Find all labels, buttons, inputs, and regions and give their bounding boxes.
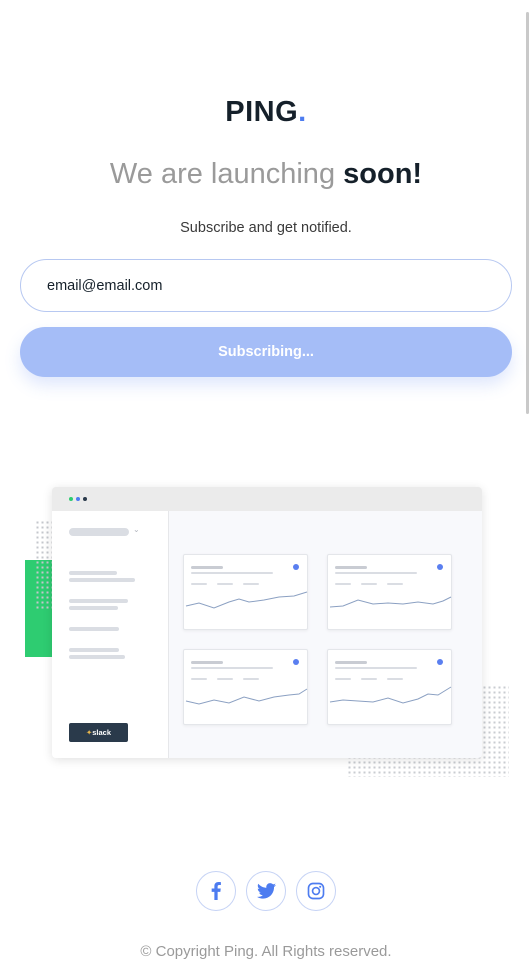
mock-line <box>335 572 417 574</box>
card-dot <box>293 564 299 570</box>
dot-pattern-right <box>482 685 509 777</box>
email-field[interactable] <box>20 259 512 312</box>
sparkline <box>329 686 452 704</box>
mock-line <box>217 583 233 585</box>
window-dot-blue <box>76 497 80 501</box>
page: PING. We are launching soon! Subscribe a… <box>0 0 532 964</box>
chevron-down-icon: ⌄ <box>133 525 140 534</box>
mock-chart-card <box>183 554 308 630</box>
subscribe-button[interactable]: Subscribing... <box>20 327 512 377</box>
mock-line <box>69 578 135 582</box>
mock-line <box>335 678 351 680</box>
facebook-icon <box>211 882 221 900</box>
sparkline <box>185 591 308 609</box>
headline-strong: soon! <box>343 158 423 190</box>
copyright-text: © Copyright Ping. All Rights reserved. <box>140 943 392 960</box>
mock-line <box>69 627 119 631</box>
mock-chart-card <box>183 649 308 725</box>
mock-line <box>69 648 119 652</box>
mock-line <box>69 599 128 603</box>
mock-chart-card <box>327 649 452 725</box>
mock-line <box>387 583 403 585</box>
card-dot <box>293 659 299 665</box>
mock-line <box>191 678 207 680</box>
brand-dot: . <box>298 96 307 128</box>
mock-line <box>191 667 273 669</box>
mock-line <box>387 678 403 680</box>
mock-sidebar: ⌄ ✦slack <box>52 511 169 758</box>
instagram-icon <box>307 882 325 900</box>
mock-line <box>217 678 233 680</box>
mock-line <box>335 667 417 669</box>
slack-label: slack <box>92 728 112 737</box>
mock-line <box>335 566 367 569</box>
mock-line <box>243 678 259 680</box>
mock-line <box>243 583 259 585</box>
scrollbar[interactable] <box>526 12 529 414</box>
sparkline <box>329 596 452 608</box>
mock-line <box>191 572 273 574</box>
headline-light: We are launching <box>109 158 336 190</box>
mock-line <box>69 655 125 659</box>
mock-line <box>69 571 117 575</box>
instagram-link[interactable] <box>296 871 336 911</box>
mock-chart-card <box>327 554 452 630</box>
brand-logo: PING. <box>0 96 532 129</box>
mock-line <box>361 583 377 585</box>
slack-badge: ✦slack <box>69 723 128 742</box>
app-window-mockup: ⌄ ✦slack <box>52 487 482 758</box>
window-dot-green <box>69 497 73 501</box>
mock-line <box>191 566 223 569</box>
facebook-link[interactable] <box>196 871 236 911</box>
page-title: We are launching soon! <box>0 158 532 191</box>
mock-line <box>191 661 223 664</box>
mock-line <box>335 583 351 585</box>
subtitle: Subscribe and get notified. <box>180 220 352 236</box>
mock-line <box>335 661 367 664</box>
dashboard-illustration: ⌄ ✦slack <box>0 480 532 790</box>
card-dot <box>437 564 443 570</box>
card-dot <box>437 659 443 665</box>
twitter-link[interactable] <box>246 871 286 911</box>
mock-select <box>69 528 129 536</box>
dot-pattern-left <box>35 520 53 610</box>
twitter-icon <box>256 883 276 899</box>
window-titlebar <box>52 487 482 511</box>
mock-line <box>361 678 377 680</box>
window-dot-dark <box>83 497 87 501</box>
mock-line <box>191 583 207 585</box>
mock-line <box>69 606 118 610</box>
brand-name: PING <box>225 96 299 128</box>
sparkline <box>185 688 308 705</box>
